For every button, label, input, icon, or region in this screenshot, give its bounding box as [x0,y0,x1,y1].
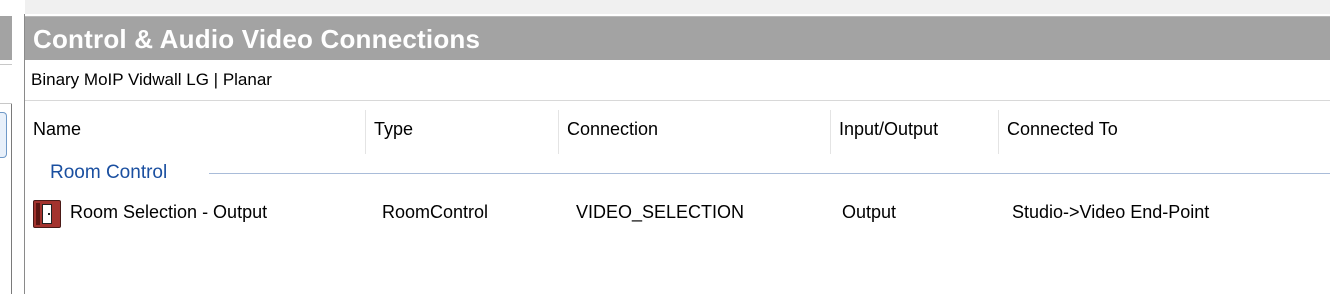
row-io: Output [842,202,897,222]
group-divider-line [209,173,1330,174]
column-header-connection[interactable]: Connection [559,104,830,156]
device-bar: Binary MoIP Vidwall LG | Planar [25,60,1330,101]
group-label: Room Control [50,162,176,184]
left-pane-divider [11,104,12,294]
column-header-label: Input/Output [839,119,939,139]
group-header-room-control[interactable]: Room Control [25,162,1330,188]
column-header-io[interactable]: Input/Output [831,104,998,156]
column-header-label: Connected To [1007,119,1118,139]
column-header-label: Type [374,119,414,139]
device-name: Binary MoIP Vidwall LG | Planar [31,70,272,89]
left-pane-edge [0,0,25,294]
room-door-icon [33,200,61,228]
left-pane-field[interactable] [0,64,12,104]
column-header-type[interactable]: Type [366,104,558,156]
connections-panel: Control & Audio Video Connections Binary… [25,14,1330,294]
column-header-row: Name Type Connection Input/Output Connec… [25,104,1330,156]
column-header-label: Name [33,119,82,139]
left-pane-top [0,0,25,14]
left-pane-header [0,16,12,60]
row-connection: VIDEO_SELECTION [576,202,745,222]
column-header-label: Connection [567,119,659,139]
row-name: Room Selection - Output [70,202,268,222]
table-row[interactable]: Room Selection - Output RoomControl VIDE… [25,200,1330,230]
column-header-connected-to[interactable]: Connected To [999,104,1330,156]
row-connected-to: Studio->Video End-Point [1012,202,1210,222]
left-pane-button[interactable] [0,112,7,158]
column-header-name[interactable]: Name [25,104,365,156]
panel-title: Control & Audio Video Connections [33,24,481,54]
row-type: RoomControl [382,202,489,222]
panel-title-bar: Control & Audio Video Connections [25,16,1330,61]
